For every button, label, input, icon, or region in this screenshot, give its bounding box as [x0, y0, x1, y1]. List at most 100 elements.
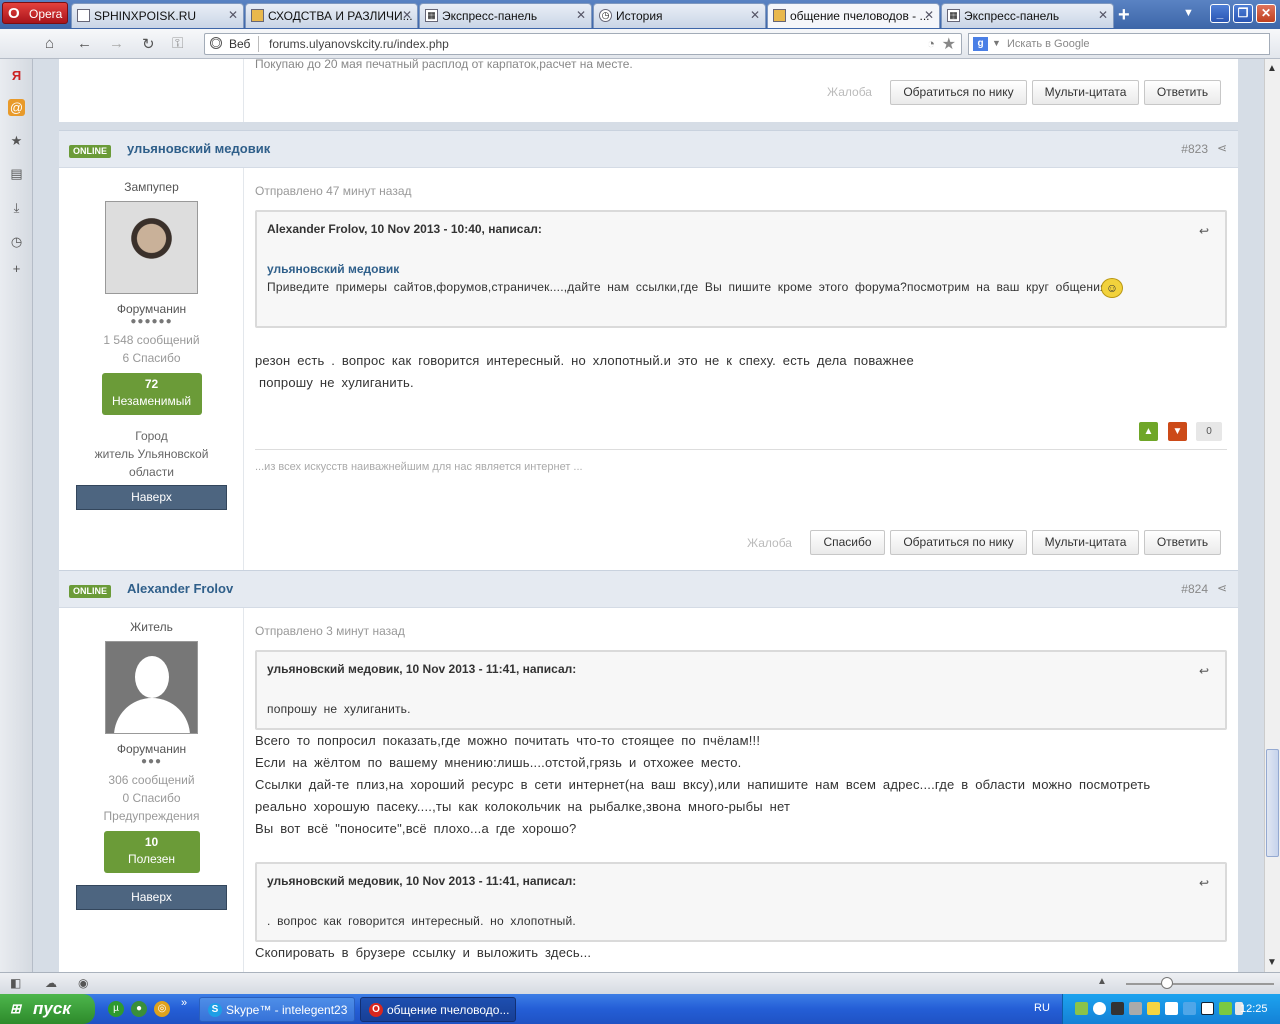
- turbo-icon[interactable]: ◉: [78, 976, 88, 990]
- tray-security-icon[interactable]: [1183, 1002, 1196, 1015]
- search-field[interactable]: g ▼ Искать в Google: [968, 33, 1270, 55]
- avatar[interactable]: [105, 201, 198, 294]
- zoom-slider-track[interactable]: [1126, 983, 1274, 985]
- clock[interactable]: 12:25: [1240, 1003, 1268, 1015]
- author-column: [59, 59, 244, 122]
- reply-button[interactable]: Ответить: [1144, 80, 1221, 105]
- scrollbar-thumb[interactable]: [1266, 749, 1279, 857]
- online-badge: ONLINE: [69, 585, 112, 598]
- google-icon[interactable]: g: [973, 37, 988, 51]
- mail-icon[interactable]: @: [8, 99, 25, 116]
- share-icon[interactable]: ⋖: [1217, 581, 1227, 595]
- tab-sphinxpoisk[interactable]: SPHINXPOISK.RU ✕: [71, 3, 244, 28]
- bookmarks-star-icon[interactable]: ★: [8, 132, 25, 149]
- vertical-scrollbar[interactable]: ▲ ▼: [1264, 59, 1280, 972]
- scroll-up-arrow-icon[interactable]: ▲: [1267, 63, 1277, 74]
- tab-express-panel[interactable]: ▦ Экспресс-панель ✕: [419, 3, 592, 28]
- language-indicator[interactable]: RU: [1034, 1002, 1050, 1014]
- minimize-icon[interactable]: _: [1210, 4, 1230, 23]
- report-link[interactable]: Жалоба: [827, 85, 872, 99]
- task-opera-active[interactable]: Oобщение пчеловодо...: [360, 997, 516, 1022]
- back-icon[interactable]: ←: [77, 35, 92, 52]
- author-name[interactable]: Alexander Frolov: [127, 581, 233, 596]
- chrome-icon[interactable]: ◎: [154, 1001, 170, 1017]
- mention-button[interactable]: Обратиться по нику: [890, 80, 1027, 105]
- view-post-arrow-icon[interactable]: ↩: [1199, 224, 1209, 238]
- tab-express-panel-2[interactable]: ▦ Экспресс-панель ✕: [941, 3, 1114, 28]
- close-icon[interactable]: ✕: [750, 8, 760, 22]
- close-icon[interactable]: ✕: [228, 8, 238, 22]
- view-post-arrow-icon[interactable]: ↩: [1199, 664, 1209, 678]
- close-icon[interactable]: ✕: [402, 8, 412, 22]
- report-link[interactable]: Жалоба: [747, 536, 792, 550]
- url-text[interactable]: forums.ulyanovskcity.ru/index.php: [269, 37, 449, 51]
- mention-button[interactable]: Обратиться по нику: [890, 530, 1027, 555]
- task-label: Skype™ - intelegent23: [226, 1003, 348, 1017]
- maximize-icon[interactable]: ❐: [1233, 4, 1253, 23]
- avatar-silhouette-body: [114, 698, 190, 733]
- close-window-icon[interactable]: ✕: [1256, 4, 1276, 23]
- quicklaunch-more-icon[interactable]: »: [181, 997, 187, 1009]
- yandex-icon[interactable]: Я: [8, 67, 25, 84]
- close-icon[interactable]: ✕: [924, 8, 934, 22]
- scroll-down-arrow-icon[interactable]: ▼: [1267, 957, 1277, 968]
- forward-icon[interactable]: →: [109, 35, 124, 52]
- task-skype[interactable]: S Skype™ - intelegent23: [199, 997, 355, 1022]
- close-icon[interactable]: ✕: [576, 8, 586, 22]
- vote-up-icon[interactable]: ▲: [1139, 422, 1158, 441]
- tray-folder-icon[interactable]: [1147, 1002, 1160, 1015]
- panel-toggle-icon[interactable]: ◧: [10, 976, 21, 990]
- tray-monitor-icon[interactable]: [1111, 1002, 1124, 1015]
- reload-icon[interactable]: ↻: [142, 35, 155, 53]
- zoom-slider-knob[interactable]: [1161, 977, 1173, 989]
- vote-down-icon[interactable]: ▼: [1168, 422, 1187, 441]
- notes-icon[interactable]: ▤: [8, 165, 25, 182]
- reply-button[interactable]: Ответить: [1144, 530, 1221, 555]
- quote-block: ульяновский медовик, 10 Nov 2013 - 11:41…: [255, 650, 1227, 730]
- bookmark-star-icon[interactable]: ★: [942, 34, 956, 54]
- back-to-top-button[interactable]: Наверх: [76, 485, 227, 510]
- multiquote-button[interactable]: Мульти-цитата: [1032, 80, 1139, 105]
- tray-shield-icon[interactable]: [1093, 1002, 1106, 1015]
- tab-list-chevron-icon[interactable]: ▼: [1183, 7, 1194, 19]
- home-icon[interactable]: ⌂: [45, 35, 54, 52]
- warnings-label[interactable]: Предупреждения: [59, 807, 244, 825]
- author-name[interactable]: ульяновский медовик: [127, 141, 270, 156]
- zoom-collapse-arrow-icon[interactable]: ▲: [1097, 976, 1107, 987]
- back-to-top-button[interactable]: Наверх: [76, 885, 227, 910]
- tray-antivirus-icon[interactable]: [1165, 1002, 1178, 1015]
- start-button[interactable]: ⊞ пуск: [0, 994, 95, 1024]
- close-icon[interactable]: ✕: [1098, 8, 1108, 22]
- avatar[interactable]: [105, 641, 198, 734]
- multiquote-button[interactable]: Мульти-цитата: [1032, 530, 1139, 555]
- tab-skhodstva[interactable]: СХОДСТВА И РАЗЛИЧИ... ✕: [245, 3, 418, 28]
- quote-author[interactable]: ульяновский медовик: [267, 262, 399, 276]
- view-post-arrow-icon[interactable]: ↩: [1199, 876, 1209, 890]
- add-panel-plus-icon[interactable]: +: [8, 260, 25, 277]
- tab-beekeepers-active[interactable]: общение пчеловодов - ... ✕: [767, 3, 940, 28]
- thanks-button[interactable]: Спасибо: [810, 530, 885, 555]
- tray-media-player-icon[interactable]: [1201, 1002, 1214, 1015]
- post-number[interactable]: #824: [1181, 582, 1208, 596]
- downloads-icon[interactable]: ⤓: [8, 199, 25, 216]
- tray-network-icon[interactable]: [1075, 1002, 1088, 1015]
- key-icon[interactable]: ⚿: [172, 35, 183, 52]
- share-icon[interactable]: ⋖: [1217, 141, 1227, 155]
- tray-device-icon[interactable]: [1129, 1002, 1142, 1015]
- tab-label: Экспресс-панель: [442, 9, 538, 23]
- new-tab-plus-icon[interactable]: +: [1118, 4, 1130, 27]
- opera-menu-button[interactable]: O Opera: [2, 2, 68, 24]
- quote-text: . вопрос как говорится интересный. но хл…: [267, 914, 576, 928]
- utorrent-icon[interactable]: µ: [108, 1001, 124, 1017]
- address-bar[interactable]: ◯ Веб forums.ulyanovskcity.ru/index.php …: [204, 33, 962, 55]
- post-number[interactable]: #823: [1181, 142, 1208, 156]
- opera-menu-label: Opera: [29, 7, 63, 21]
- history-clock-icon[interactable]: ◷: [8, 233, 25, 250]
- unite-cloud-icon[interactable]: ☁: [45, 976, 57, 990]
- rss-feed-icon[interactable]: ◔: [927, 36, 935, 51]
- browser-icon[interactable]: ●: [131, 1001, 147, 1017]
- tab-history[interactable]: ◷ История ✕: [593, 3, 766, 28]
- chevron-down-icon[interactable]: ▼: [992, 38, 1001, 48]
- security-badge[interactable]: Веб: [209, 36, 260, 52]
- tray-app-icon[interactable]: [1219, 1002, 1232, 1015]
